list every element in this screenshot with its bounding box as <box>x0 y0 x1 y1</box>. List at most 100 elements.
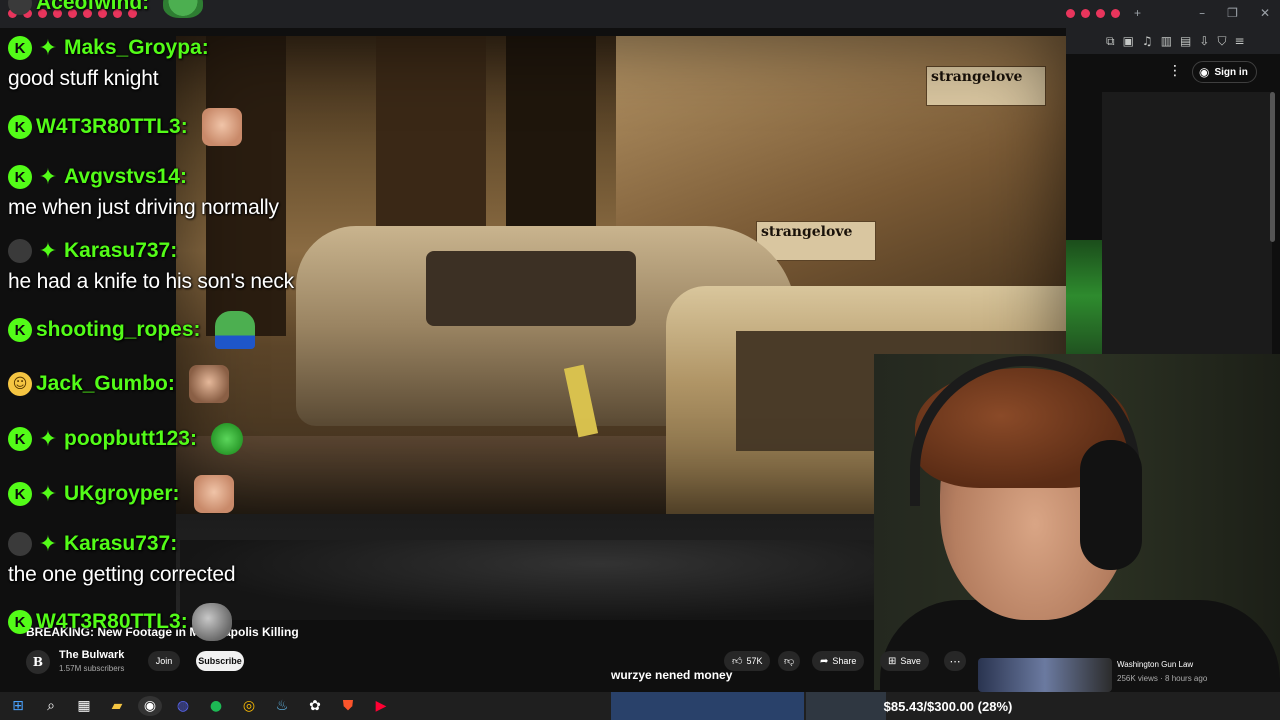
chat-message: ✦ Karasu737: <box>8 236 177 266</box>
chat-message: ✦ Karasu737: <box>8 529 177 559</box>
thumbs-down-icon: 👎︎ <box>784 656 795 667</box>
tab-favicons-right[interactable]: + <box>1066 6 1142 20</box>
dislike-button[interactable]: 👎︎ <box>778 651 801 671</box>
search-icon[interactable]: ⌕ <box>39 696 63 716</box>
steam-icon[interactable]: ♨ <box>270 696 294 716</box>
sign-in-label: Sign in <box>1214 66 1248 78</box>
extensions-icon[interactable]: ⧉ <box>1106 34 1115 49</box>
chat-message: ☺ Jack_Gumbo: <box>8 365 229 403</box>
shield-icon[interactable]: ⛉ <box>1217 34 1226 49</box>
menu-icon[interactable]: ≡ <box>1234 34 1244 48</box>
subscribe-button[interactable]: Subscribe <box>196 651 244 671</box>
recommendations-panel <box>1102 92 1272 392</box>
sidebar-icon[interactable]: ▥ <box>1161 34 1172 48</box>
task-view-icon[interactable]: ▦ <box>72 696 96 716</box>
chat-username[interactable]: Karasu737: <box>64 532 177 556</box>
chat-username[interactable]: poopbutt123: <box>64 427 197 451</box>
share-button[interactable]: ➦ Share <box>812 651 865 671</box>
diamond-badge-icon: ✦ <box>38 481 58 507</box>
media-icon[interactable]: ♫ <box>1142 34 1153 48</box>
window-controls[interactable]: – ❐ ✕ <box>1199 6 1270 20</box>
chat-username[interactable]: W4T3R80TTL3: <box>36 115 188 139</box>
chrome-icon[interactable]: ◎ <box>237 696 261 716</box>
active-window-highlight <box>611 692 804 720</box>
chat-username[interactable]: Avgvstvs14: <box>64 165 187 189</box>
more-actions-icon[interactable]: ⋯ <box>944 651 966 671</box>
pepe-emote-icon <box>214 311 255 349</box>
chat-message-text: me when just driving normally <box>8 196 279 219</box>
app-icon[interactable]: ✿ <box>303 696 327 716</box>
stream-caption: wurzye nened money <box>611 668 733 682</box>
user-avatar <box>8 532 32 556</box>
kick-badge-icon: K <box>8 610 32 634</box>
share-icon: ➦ <box>820 655 829 667</box>
user-avatar <box>8 0 32 15</box>
user-avatar <box>8 239 32 263</box>
chat-message: K ✦ UKgroyper: <box>8 475 234 513</box>
wallet-icon[interactable]: ▤ <box>1180 34 1191 48</box>
slime-emote-icon <box>210 423 243 455</box>
diamond-badge-icon: ✦ <box>38 35 58 61</box>
chat-message: K shooting_ropes: <box>8 311 255 349</box>
channel-name[interactable]: The Bulwark <box>59 649 124 661</box>
diamond-badge-icon: ✦ <box>38 164 58 190</box>
cast-icon[interactable]: ▣ <box>1123 34 1134 48</box>
chat-username[interactable]: UKgroyper: <box>64 482 180 506</box>
kick-badge-icon: K <box>8 318 32 342</box>
spotify-icon[interactable]: ● <box>204 696 228 716</box>
download-icon[interactable]: ⇩ <box>1199 34 1209 48</box>
maximize-icon: ❐ <box>1227 6 1238 20</box>
sign-in-button[interactable]: ◉ Sign in <box>1192 61 1257 83</box>
diamond-badge-icon: ✦ <box>38 426 58 452</box>
windows-start-icon[interactable]: ⊞ <box>6 696 30 716</box>
chat-username[interactable]: Maks_Groypa: <box>64 36 209 60</box>
kick-badge-icon: K <box>8 36 32 60</box>
recommended-video-thumbnail[interactable] <box>978 658 1112 692</box>
save-label: Save <box>900 656 921 666</box>
scrollbar[interactable] <box>1270 92 1275 242</box>
smiley-badge-icon: ☺ <box>8 372 32 396</box>
save-button[interactable]: ⊞ Save <box>880 651 929 671</box>
chat-username[interactable]: Aceofwind: <box>36 0 149 15</box>
thumbs-up-icon: 👍︎ <box>732 656 743 667</box>
stream-screen: + – ❐ ✕ ⧉ ▣ ♫ ▥ ▤ ⇩ ⛉ ≡ ⋮ ◉ Sign in strang… <box>0 0 1280 720</box>
chat-message: K W4T3R80TTL3: <box>8 603 232 641</box>
chat-overlay: Aceofwind: K ✦ Maks_Groypa: good stuff k… <box>0 0 360 650</box>
headphone-earcup <box>1080 440 1142 570</box>
chat-username[interactable]: Karasu737: <box>64 239 177 263</box>
chat-username[interactable]: shooting_ropes: <box>36 318 201 342</box>
account-icon: ◉ <box>1199 65 1210 79</box>
discord-icon[interactable]: ◍ <box>171 696 195 716</box>
chat-username[interactable]: Jack_Gumbo: <box>36 372 175 396</box>
face-emote-icon <box>188 365 229 403</box>
chat-username[interactable]: W4T3R80TTL3: <box>36 610 188 634</box>
more-options-icon[interactable]: ⋮ <box>1168 63 1182 79</box>
recommended-channel[interactable]: Washington Gun Law <box>1117 660 1193 669</box>
brave-icon[interactable]: ⛊ <box>336 696 360 716</box>
kick-badge-icon: K <box>8 115 32 139</box>
like-count: 57K <box>746 656 763 666</box>
new-tab-icon: + <box>1134 6 1142 20</box>
kick-badge-icon: K <box>8 165 32 189</box>
chat-message-text: good stuff knight <box>8 67 159 90</box>
obs-icon[interactable]: ◉ <box>138 696 162 716</box>
donation-goal-text: $85.43/$300.00 (28%) <box>883 698 1013 714</box>
chat-message-text: he had a knife to his son's neck <box>8 270 294 293</box>
recommended-meta: 256K views · 8 hours ago <box>1117 674 1208 683</box>
file-explorer-icon[interactable]: ▰ <box>105 696 129 716</box>
chat-message: K W4T3R80TTL3: <box>8 108 242 146</box>
close-icon: ✕ <box>1259 6 1270 20</box>
kick-badge-icon: K <box>8 482 32 506</box>
chat-message: K ✦ Avgvstvs14: <box>8 162 187 192</box>
join-button[interactable]: Join <box>148 651 180 671</box>
diamond-badge-icon: ✦ <box>38 238 58 264</box>
youtube-app-icon[interactable]: ▶ <box>369 696 393 716</box>
minimize-icon: – <box>1199 6 1206 20</box>
share-label: Share <box>832 656 857 666</box>
subscriber-count: 1.57M subscribers <box>59 664 125 673</box>
channel-avatar[interactable]: B <box>26 650 50 674</box>
save-icon: ⊞ <box>888 655 897 667</box>
rock-emote-icon <box>191 603 232 641</box>
diamond-badge-icon: ✦ <box>38 531 58 557</box>
kick-badge-icon: K <box>8 427 32 451</box>
